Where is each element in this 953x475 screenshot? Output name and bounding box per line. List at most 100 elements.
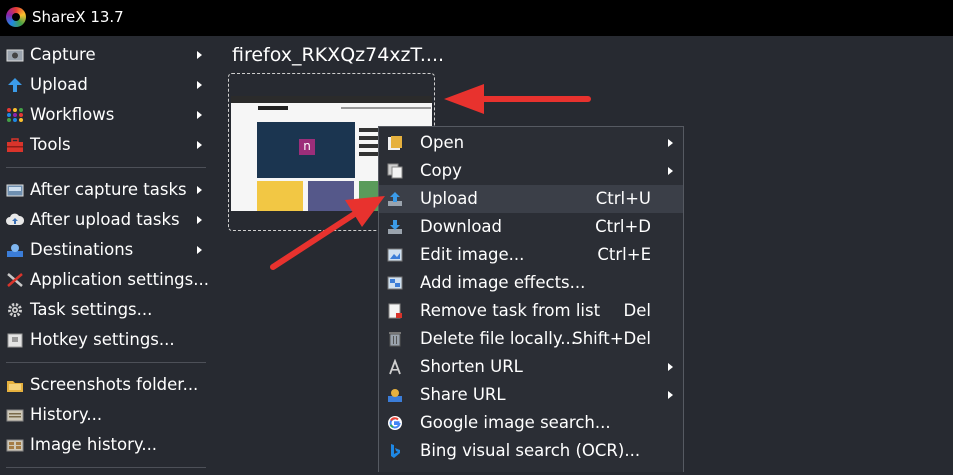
menu-item-label: Image history... <box>30 435 158 454</box>
context-item-remove-task[interactable]: Remove task from list Del <box>379 297 683 325</box>
open-folder-icon <box>388 136 402 150</box>
delete-file-icon <box>389 332 401 347</box>
chevron-right-icon <box>668 363 673 371</box>
menu-item-upload[interactable]: Upload <box>0 70 212 100</box>
menu-item-label: Screenshots folder... <box>30 375 199 394</box>
menu-item-hotkey-settings[interactable]: Hotkey settings... <box>0 325 212 355</box>
folder-icon <box>7 381 23 392</box>
history-icon <box>6 409 24 422</box>
menu-item-label: History... <box>30 405 103 424</box>
chevron-right-icon <box>197 246 202 254</box>
context-item-label: Upload <box>420 189 478 208</box>
context-item-edit-image[interactable]: Edit image... Ctrl+E <box>379 241 683 269</box>
bing-icon <box>391 444 400 458</box>
context-item-delete-file[interactable]: Delete file locally... Shift+Del <box>379 325 683 353</box>
toolbox-icon <box>7 138 23 152</box>
menu-item-task-settings[interactable]: Task settings... <box>0 295 212 325</box>
after-capture-icon <box>6 184 24 197</box>
menu-separator <box>6 167 206 168</box>
menu-item-application-settings[interactable]: Application settings... <box>0 265 212 295</box>
context-item-shortcut: Del <box>623 301 651 320</box>
title-bar: ShareX 13.7 <box>0 0 953 36</box>
cloud-upload-icon <box>6 213 24 225</box>
context-item-label: Bing visual search (OCR)... <box>420 441 641 460</box>
menu-item-label: Upload <box>30 75 88 94</box>
menu-item-capture[interactable]: Capture <box>0 40 212 70</box>
menu-separator <box>6 362 206 363</box>
menu-item-workflows[interactable]: Workflows <box>0 100 212 130</box>
menu-item-label: After upload tasks <box>30 210 180 229</box>
chevron-right-icon <box>197 81 202 89</box>
menu-item-destinations[interactable]: Destinations <box>0 235 212 265</box>
menu-item-label: Tools <box>30 135 71 154</box>
preview-browser-bar <box>231 96 432 103</box>
context-item-share-url[interactable]: Share URL <box>379 381 683 409</box>
main-menu: Capture Upload Workflows Tools After cap… <box>0 40 212 475</box>
menu-item-label: After capture tasks <box>30 180 187 199</box>
upload-arrow-icon <box>8 78 22 92</box>
context-item-label: Open <box>420 133 465 152</box>
menu-item-label: Hotkey settings... <box>30 330 175 349</box>
chevron-right-icon <box>668 139 673 147</box>
download-icon <box>388 220 402 234</box>
context-item-copy[interactable]: Copy <box>379 157 683 185</box>
chevron-right-icon <box>668 167 673 175</box>
context-item-bing-visual-search[interactable]: Bing visual search (OCR)... <box>379 437 683 465</box>
context-item-shortcut: Shift+Del <box>572 329 651 348</box>
google-icon <box>388 416 402 430</box>
copy-icon <box>387 163 403 179</box>
share-url-icon <box>388 389 402 402</box>
context-item-label: Remove task from list <box>420 301 601 320</box>
menu-item-tools[interactable]: Tools <box>0 130 212 160</box>
context-item-shorten-url[interactable]: Shorten URL <box>379 353 683 381</box>
context-item-label: Edit image... <box>420 245 525 264</box>
preview-site-nav <box>341 107 431 109</box>
menu-item-label: Task settings... <box>30 300 153 319</box>
image-history-icon <box>6 439 24 452</box>
context-item-label: Google image search... <box>420 413 611 432</box>
destinations-icon <box>7 244 23 257</box>
context-item-shortcut: Ctrl+U <box>595 189 651 208</box>
context-item-label: Copy <box>420 161 462 180</box>
context-item-download[interactable]: Download Ctrl+D <box>379 213 683 241</box>
gear-icon <box>8 303 22 317</box>
context-item-label: Download <box>420 217 503 236</box>
chevron-right-icon <box>197 186 202 194</box>
context-item-label: Shorten URL <box>420 357 523 376</box>
chevron-right-icon <box>197 216 202 224</box>
preview-card <box>308 181 354 211</box>
context-item-add-image-effects[interactable]: Add image effects... <box>379 269 683 297</box>
context-item-label: Add image effects... <box>420 273 586 292</box>
workflows-grid-icon <box>7 108 23 122</box>
menu-item-history[interactable]: History... <box>0 400 212 430</box>
context-item-upload[interactable]: Upload Ctrl+U <box>379 185 683 213</box>
menu-item-label: Destinations <box>30 240 134 259</box>
chevron-right-icon <box>197 51 202 59</box>
menu-item-screenshots-folder[interactable]: Screenshots folder... <box>0 370 212 400</box>
preview-site-logo <box>258 106 288 110</box>
image-effects-icon <box>387 276 403 290</box>
preview-logo-letter: n <box>299 139 315 155</box>
thumbnail-filename[interactable]: firefox_RKXQz74xzT.... <box>232 44 444 66</box>
sharex-logo-icon <box>6 7 26 27</box>
menu-separator <box>6 467 206 468</box>
remove-task-icon <box>388 303 402 319</box>
menu-item-label: Capture <box>30 45 96 64</box>
shorten-url-icon <box>389 359 401 375</box>
menu-item-after-capture-tasks[interactable]: After capture tasks <box>0 175 212 205</box>
chevron-right-icon <box>197 111 202 119</box>
upload-icon <box>388 192 402 206</box>
menu-item-after-upload-tasks[interactable]: After upload tasks <box>0 205 212 235</box>
preview-card <box>257 181 303 211</box>
context-item-open[interactable]: Open <box>379 129 683 157</box>
wrench-screwdriver-icon <box>7 273 23 287</box>
keyboard-icon <box>7 333 23 348</box>
menu-item-label: Workflows <box>30 105 115 124</box>
context-item-label: Delete file locally... <box>420 329 577 348</box>
edit-image-icon <box>387 248 403 262</box>
context-item-google-image-search[interactable]: Google image search... <box>379 409 683 437</box>
chevron-right-icon <box>668 391 673 399</box>
menu-item-image-history[interactable]: Image history... <box>0 430 212 460</box>
window-title: ShareX 13.7 <box>32 8 124 26</box>
chevron-right-icon <box>197 141 202 149</box>
